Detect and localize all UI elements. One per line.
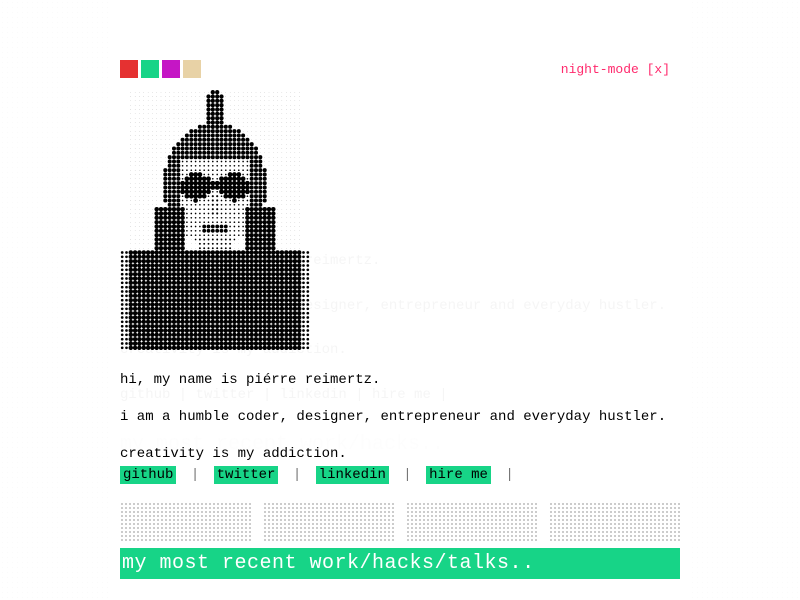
intro-line-3: creativity is my addiction. (120, 442, 690, 467)
swatch-red[interactable] (120, 60, 138, 78)
divider-col (406, 502, 537, 542)
intro-block: hi, my name is piérre reimertz. i am a h… (120, 368, 690, 480)
social-links: github | twitter | linkedin | hire me | (120, 466, 520, 484)
twitter-link[interactable]: twitter (214, 466, 279, 484)
night-mode-toggle[interactable]: night-mode [x] (561, 62, 670, 77)
gutter-right (690, 0, 800, 600)
divider-col (549, 502, 680, 542)
swatch-tan[interactable] (183, 60, 201, 78)
swatch-green[interactable] (141, 60, 159, 78)
link-separator: | (499, 467, 519, 483)
gutter-left (0, 0, 110, 600)
link-separator: | (185, 467, 205, 483)
portrait-image (120, 90, 310, 350)
divider-columns (120, 502, 680, 542)
hire-me-link[interactable]: hire me (426, 466, 491, 484)
color-swatches (120, 60, 201, 78)
recent-work-heading: my most recent work/hacks/talks.. (120, 548, 680, 579)
swatch-magenta[interactable] (162, 60, 180, 78)
link-separator: | (397, 467, 417, 483)
divider-col (263, 502, 394, 542)
intro-line-1: hi, my name is piérre reimertz. (120, 368, 690, 393)
github-link[interactable]: github (120, 466, 176, 484)
linkedin-link[interactable]: linkedin (316, 466, 389, 484)
divider-col (120, 502, 251, 542)
halftone-portrait-icon (120, 90, 310, 350)
link-separator: | (287, 467, 307, 483)
intro-line-2: i am a humble coder, designer, entrepren… (120, 405, 690, 430)
